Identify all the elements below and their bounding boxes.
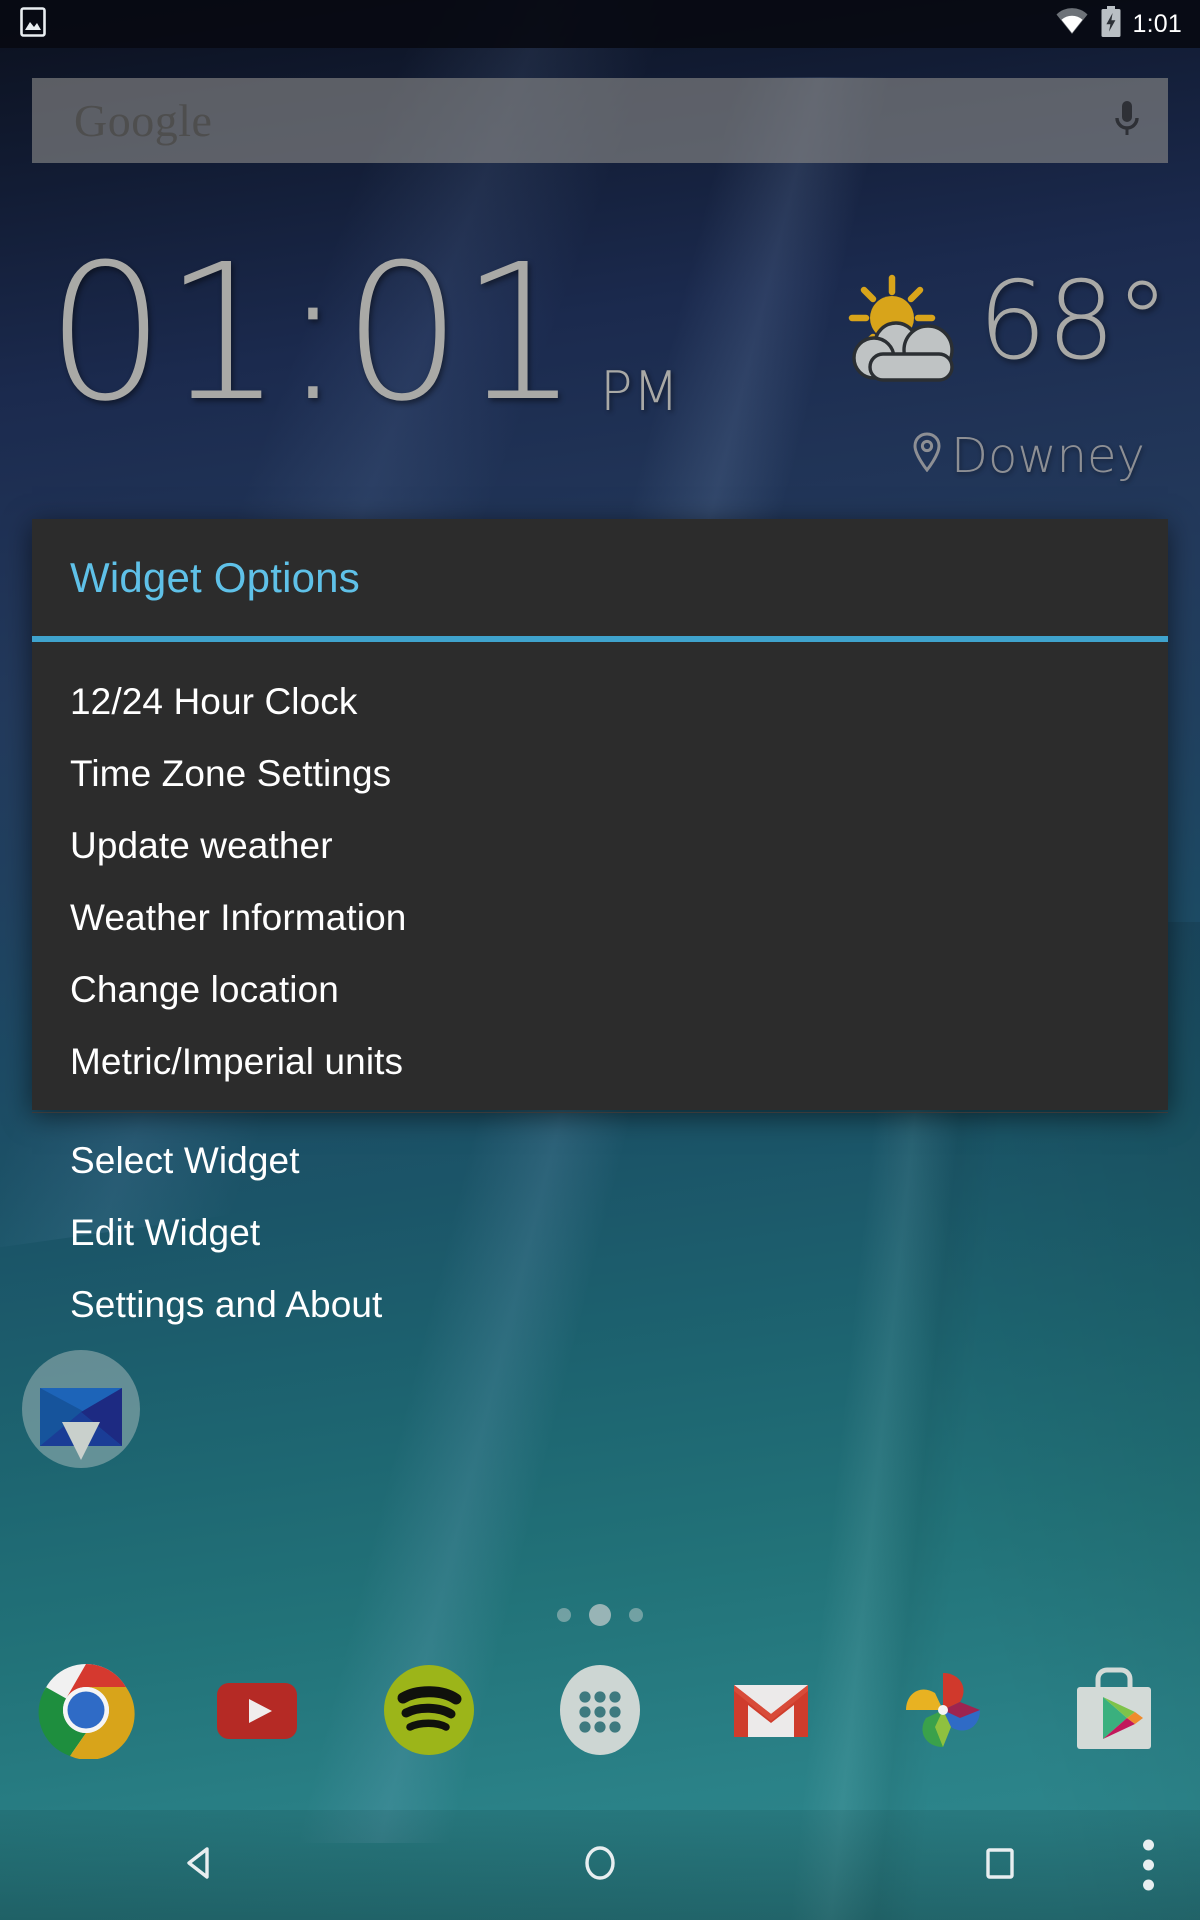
overflow-dot-1 bbox=[1143, 1839, 1154, 1851]
wifi-icon bbox=[1055, 7, 1089, 41]
menu-item-12-24-hour-clock[interactable]: 12/24 Hour Clock bbox=[32, 666, 1168, 738]
status-bar-notifications bbox=[20, 6, 46, 42]
status-bar[interactable]: 1:01 bbox=[0, 0, 1200, 48]
status-bar-clock: 1:01 bbox=[1132, 9, 1182, 38]
dock bbox=[0, 1650, 1200, 1770]
google-search-bar[interactable]: Google bbox=[32, 78, 1168, 163]
clock-meridiem: PM bbox=[600, 360, 680, 423]
dialog-title: Widget Options bbox=[70, 553, 360, 601]
nav-slot-recents[interactable] bbox=[800, 1841, 1200, 1890]
image-photo-icon bbox=[20, 6, 46, 42]
nav-slot-home[interactable] bbox=[400, 1841, 800, 1890]
dock-slot-app-drawer[interactable] bbox=[514, 1661, 685, 1759]
weather-summary[interactable]: 68° bbox=[840, 259, 1170, 393]
spotify-icon[interactable] bbox=[380, 1661, 478, 1759]
menu-item-time-zone-settings[interactable]: Time Zone Settings bbox=[32, 738, 1168, 810]
nav-slot-back[interactable] bbox=[0, 1841, 400, 1890]
weather-temperature: 68° bbox=[978, 259, 1170, 384]
navigation-bar bbox=[0, 1810, 1200, 1920]
android-home-screen: 1:01 Google 01:01 PM 68° Downey Widget O… bbox=[0, 0, 1200, 1920]
overflow-dot-2 bbox=[1143, 1859, 1154, 1871]
weather-location[interactable]: Downey bbox=[912, 428, 1145, 484]
menu-item-settings-and-about[interactable]: Settings and About bbox=[32, 1269, 1168, 1341]
menu-item-edit-widget[interactable]: Edit Widget bbox=[32, 1197, 1168, 1269]
back-triangle-icon[interactable] bbox=[178, 1841, 222, 1890]
menu-group-widget-settings: 12/24 Hour Clock Time Zone Settings Upda… bbox=[32, 654, 1168, 1112]
menu-item-metric-imperial-units[interactable]: Metric/Imperial units bbox=[32, 1026, 1168, 1098]
menu-item-select-widget[interactable]: Select Widget bbox=[32, 1125, 1168, 1197]
page-dot-1[interactable] bbox=[557, 1608, 571, 1622]
dialog-header: Widget Options bbox=[32, 519, 1168, 636]
chrome-icon[interactable] bbox=[37, 1661, 135, 1760]
partly-cloudy-icon bbox=[840, 270, 972, 393]
location-pin-icon bbox=[912, 428, 942, 484]
gmail-icon[interactable] bbox=[722, 1661, 820, 1759]
overflow-dot-3 bbox=[1143, 1879, 1154, 1891]
page-indicator bbox=[0, 1604, 1200, 1626]
dock-slot-gmail[interactable] bbox=[686, 1661, 857, 1759]
youtube-icon[interactable] bbox=[208, 1661, 306, 1759]
microphone-icon[interactable] bbox=[1110, 97, 1144, 145]
dock-slot-google-photos[interactable] bbox=[857, 1661, 1028, 1759]
recents-square-icon[interactable] bbox=[978, 1841, 1022, 1890]
status-bar-system-icons: 1:01 bbox=[1055, 5, 1182, 43]
dock-slot-chrome[interactable] bbox=[0, 1661, 171, 1760]
dock-slot-youtube[interactable] bbox=[171, 1661, 342, 1759]
menu-item-update-weather[interactable]: Update weather bbox=[32, 810, 1168, 882]
google-photos-icon[interactable] bbox=[894, 1661, 992, 1759]
menu-item-change-location[interactable]: Change location bbox=[32, 954, 1168, 1026]
google-logo: Google bbox=[74, 94, 213, 146]
clock-time: 01:01 bbox=[46, 224, 580, 443]
clock-weather-widget[interactable]: 01:01 PM 68° Downey bbox=[0, 240, 1200, 485]
dock-slot-spotify[interactable] bbox=[343, 1661, 514, 1759]
page-dot-2-active[interactable] bbox=[589, 1604, 611, 1626]
page-dot-3[interactable] bbox=[629, 1608, 643, 1622]
weather-location-label: Downey bbox=[951, 428, 1145, 484]
play-store-icon[interactable] bbox=[1065, 1661, 1163, 1759]
menu-group-widget-management: Select Widget Edit Widget Settings and A… bbox=[32, 1112, 1168, 1355]
overflow-menu-icon[interactable] bbox=[1143, 1839, 1154, 1891]
dock-slot-play-store[interactable] bbox=[1029, 1661, 1200, 1759]
battery-charging-icon bbox=[1100, 5, 1122, 43]
menu-item-weather-information[interactable]: Weather Information bbox=[32, 882, 1168, 954]
email-app-icon[interactable] bbox=[22, 1350, 140, 1468]
dialog-menu-list: 12/24 Hour Clock Time Zone Settings Upda… bbox=[32, 642, 1168, 1355]
home-circle-icon[interactable] bbox=[578, 1841, 622, 1890]
widget-options-dialog[interactable]: Widget Options 12/24 Hour Clock Time Zon… bbox=[32, 519, 1168, 1325]
app-drawer-icon[interactable] bbox=[551, 1661, 649, 1759]
